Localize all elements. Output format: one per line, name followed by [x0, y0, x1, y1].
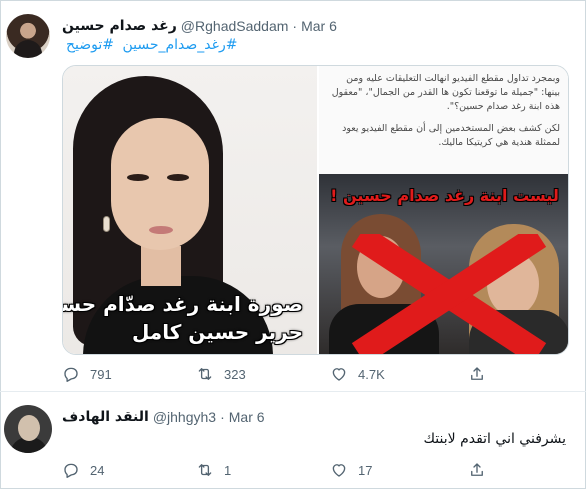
portrait-eye	[167, 174, 189, 181]
like-count: 4.7K	[358, 366, 385, 382]
overlay-caption-line1: صورة ابنة رغد صدّام حسين	[63, 292, 303, 316]
retweet-button[interactable]: 323	[196, 362, 246, 386]
avatar[interactable]	[4, 405, 52, 453]
portrait-lips	[149, 226, 173, 234]
retweet-count: 323	[224, 366, 246, 382]
tweet-actions: 24 1 17	[62, 458, 562, 482]
display-name[interactable]: النقد الهادف	[62, 409, 149, 425]
tweet-date[interactable]: Mar 6	[229, 409, 265, 425]
user-handle[interactable]: @jhhgyh3	[153, 409, 216, 425]
portrait-earring	[103, 216, 110, 232]
avatar-figure	[14, 40, 42, 58]
retweet-count: 1	[224, 462, 232, 478]
separator-dot: ·	[220, 409, 225, 425]
media-red-caption: ليست ابنة رغد صدام حسين !	[330, 186, 559, 205]
retweet-icon	[198, 368, 212, 380]
hashtag-link[interactable]: #رغد_صدام_حسين	[122, 37, 237, 53]
media-photo-right[interactable]: وبمجرد تداول مقطع الفيديو انهالت التعليق…	[319, 66, 568, 354]
media-photo-left[interactable]: صورة ابنة رغد صدّام حسين حرير حسين كامل	[63, 66, 317, 354]
tweet-media[interactable]: صورة ابنة رغد صدّام حسين حرير حسين كامل …	[62, 65, 569, 355]
like-button[interactable]: 17	[330, 458, 372, 482]
overlay-caption-line2: حرير حسين كامل	[131, 320, 303, 344]
reply-header: النقد الهادف @jhhgyh3 · Mar 6	[62, 407, 265, 427]
portrait-eye	[127, 174, 149, 181]
tweet-date[interactable]: Mar 6	[301, 18, 337, 34]
reply-icon	[64, 463, 78, 478]
hashtag-link[interactable]: #توضيح	[66, 37, 114, 53]
article-paragraph: وبمجرد تداول مقطع الفيديو انهالت التعليق…	[331, 73, 560, 112]
reply-count: 791	[90, 366, 112, 382]
avatar[interactable]	[6, 14, 50, 58]
article-snippet: وبمجرد تداول مقطع الفيديو انهالت التعليق…	[319, 66, 568, 174]
like-count: 17	[358, 462, 373, 478]
tweet-actions: 791 323 4.7K	[62, 362, 562, 386]
portrait-neck	[141, 246, 181, 286]
red-cross-icon	[351, 234, 547, 354]
tweet[interactable]: رغد صدام حسين @RghadSaddam · Mar 6 #رغد_…	[0, 0, 586, 392]
reply-button[interactable]: 791	[62, 362, 112, 386]
reply-button[interactable]: 24	[62, 458, 104, 482]
avatar-face	[18, 415, 40, 441]
like-button[interactable]: 4.7K	[330, 362, 385, 386]
share-icon	[471, 367, 483, 380]
tweet-hashtags: #رغد_صدام_حسين #توضيح	[62, 37, 237, 57]
display-name[interactable]: رغد صدام حسين	[62, 18, 177, 34]
tweet-header: رغد صدام حسين @RghadSaddam · Mar 6	[62, 16, 337, 36]
reply-count: 24	[90, 462, 105, 478]
like-icon	[332, 368, 346, 381]
like-icon	[332, 464, 346, 477]
separator-dot: ·	[292, 18, 298, 34]
retweet-icon	[198, 464, 212, 476]
reply-icon	[64, 367, 78, 382]
share-icon	[471, 463, 483, 476]
share-button[interactable]	[468, 458, 486, 482]
article-paragraph: لكن كشف بعض المستخدمين إلى أن مقطع الفيد…	[342, 123, 560, 148]
reply-text: يشرفني اني اتقدم لابنتك	[423, 431, 566, 447]
share-button[interactable]	[468, 362, 486, 386]
user-handle[interactable]: @RghadSaddam	[181, 18, 289, 34]
retweet-button[interactable]: 1	[196, 458, 231, 482]
